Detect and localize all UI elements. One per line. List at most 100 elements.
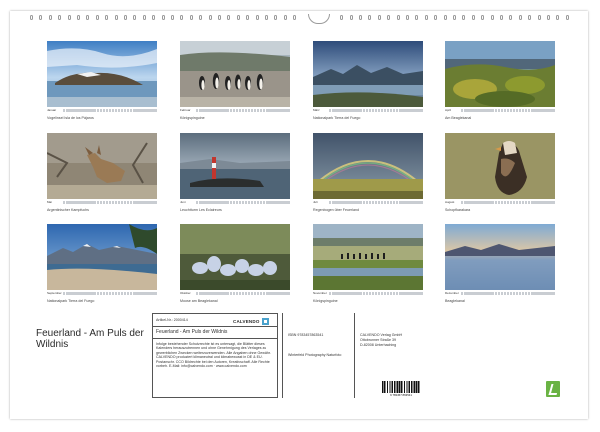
month-label: März (313, 108, 320, 112)
calvendo-logo-icon (261, 317, 269, 325)
month-august: August Schopfkarakara (445, 133, 555, 212)
photo-november (313, 224, 423, 290)
binding-ring (368, 15, 372, 20)
month-february: Februar Königspinguine (180, 41, 290, 120)
binding-ring (161, 15, 165, 20)
day-grid (196, 109, 290, 112)
photo-august (445, 133, 555, 199)
binding-ring (387, 15, 391, 20)
binding-ring (227, 15, 231, 20)
calendar-footer: Feuerland - Am Puls der Wildnis Artikel-… (36, 313, 566, 399)
month-june: Juni Leuchtturm Les Eclaireurs (180, 133, 290, 212)
binding-ring (30, 15, 33, 20)
month-label: Mai (47, 200, 52, 204)
binding-ring (415, 15, 419, 20)
month-october: Oktober Moose am Beaglekanal (180, 224, 290, 303)
day-grid (63, 292, 157, 295)
month-march: März Nationalpark Tierra del Fuego (313, 41, 423, 120)
publisher: CALVENDO Verlag GmbH (360, 333, 403, 337)
month-label: August (445, 200, 455, 204)
photo-caption: Argentinischer Kampfuchs (47, 208, 89, 212)
day-cell (552, 292, 555, 295)
day-grid (63, 201, 157, 204)
binding-ring (189, 15, 193, 20)
photo-caption: Regenbogen über Feuerland (313, 208, 359, 212)
month-december: Dezember Beaglekanal (445, 224, 555, 303)
logo-text: CALVENDO (233, 318, 260, 324)
binding-ring (359, 15, 362, 20)
photo-september (47, 224, 157, 290)
calvendo-logo: CALVENDO (233, 317, 273, 325)
binding-ring (490, 15, 494, 20)
info-box: Artikel-Nr.: 2000414 CALVENDO Feuerland … (152, 313, 278, 398)
photo-october (180, 224, 290, 290)
binding-ring (500, 15, 503, 20)
month-label: Oktober (180, 291, 191, 295)
day-cell (420, 109, 423, 112)
binding-ring (48, 15, 52, 20)
binding-ring (509, 15, 513, 20)
photo-caption: Nationalpark Tierra del Fuego (313, 116, 361, 120)
binding-ring (537, 15, 541, 20)
month-label: September (47, 291, 62, 295)
binding-ring (453, 15, 456, 20)
spiral-binding (30, 14, 570, 24)
binding-ring (565, 15, 569, 20)
binding-ring (77, 15, 80, 20)
photo-caption: Beaglekanal (445, 299, 465, 303)
day-cell (287, 201, 290, 204)
binding-ring (434, 15, 438, 20)
month-label: Januar (47, 108, 57, 112)
binding-ring (293, 15, 297, 20)
binding-ring (218, 15, 221, 20)
day-grid (461, 292, 555, 295)
binding-ring (246, 15, 250, 20)
binding-ring (340, 15, 344, 20)
binding-ring (265, 15, 268, 20)
photo-january (47, 41, 157, 107)
month-september: September Nationalpark Tierra del Fuego (47, 224, 157, 303)
month-april: April Am Beaglekanal (445, 41, 555, 120)
author: Winterfeld Photography Naturfoto (288, 353, 342, 357)
hanger-hook (308, 14, 330, 24)
day-cell (420, 201, 423, 204)
calendar-name: Feuerland - Am Puls der Wildnis (156, 329, 228, 335)
binding-ring (424, 15, 428, 20)
binding-ring (124, 15, 127, 20)
binding-ring (180, 15, 184, 20)
day-grid (196, 201, 290, 204)
binding-ring (58, 15, 62, 20)
day-cell (154, 109, 157, 112)
barcode-number: 9 783457 863541 (382, 393, 420, 397)
binding-ring (547, 15, 550, 20)
binding-ring (481, 15, 485, 20)
publisher-street: Ottobrunner Straße 39 (360, 338, 396, 342)
day-grid (329, 201, 423, 204)
month-label: Juni (180, 200, 186, 204)
month-label: November (313, 291, 327, 295)
day-cell (154, 201, 157, 204)
binding-ring (518, 15, 522, 20)
binding-ring (349, 15, 353, 20)
article-number: Artikel-Nr.: 2000414 (156, 318, 188, 322)
photo-caption: Nationalpark Tierra del Fuego (47, 299, 95, 303)
month-label: Juli (313, 200, 318, 204)
binding-ring (283, 15, 287, 20)
photo-june (180, 133, 290, 199)
day-cell (287, 292, 290, 295)
photo-march (313, 41, 423, 107)
leaf-logo-icon (546, 381, 560, 397)
binding-ring (39, 15, 43, 20)
month-november: November Königspinguine (313, 224, 423, 303)
binding-ring (142, 15, 146, 20)
binding-ring (377, 15, 381, 20)
binding-ring (199, 15, 203, 20)
month-label: April (445, 108, 452, 112)
photo-caption: Königspinguine (313, 299, 338, 303)
month-label: Dezember (445, 291, 459, 295)
calendar-title: Feuerland - Am Puls der Wildnis (36, 328, 144, 350)
day-grid (461, 109, 555, 112)
photo-caption: Moose am Beaglekanal (180, 299, 218, 303)
day-grid (461, 201, 555, 204)
day-grid (196, 292, 290, 295)
